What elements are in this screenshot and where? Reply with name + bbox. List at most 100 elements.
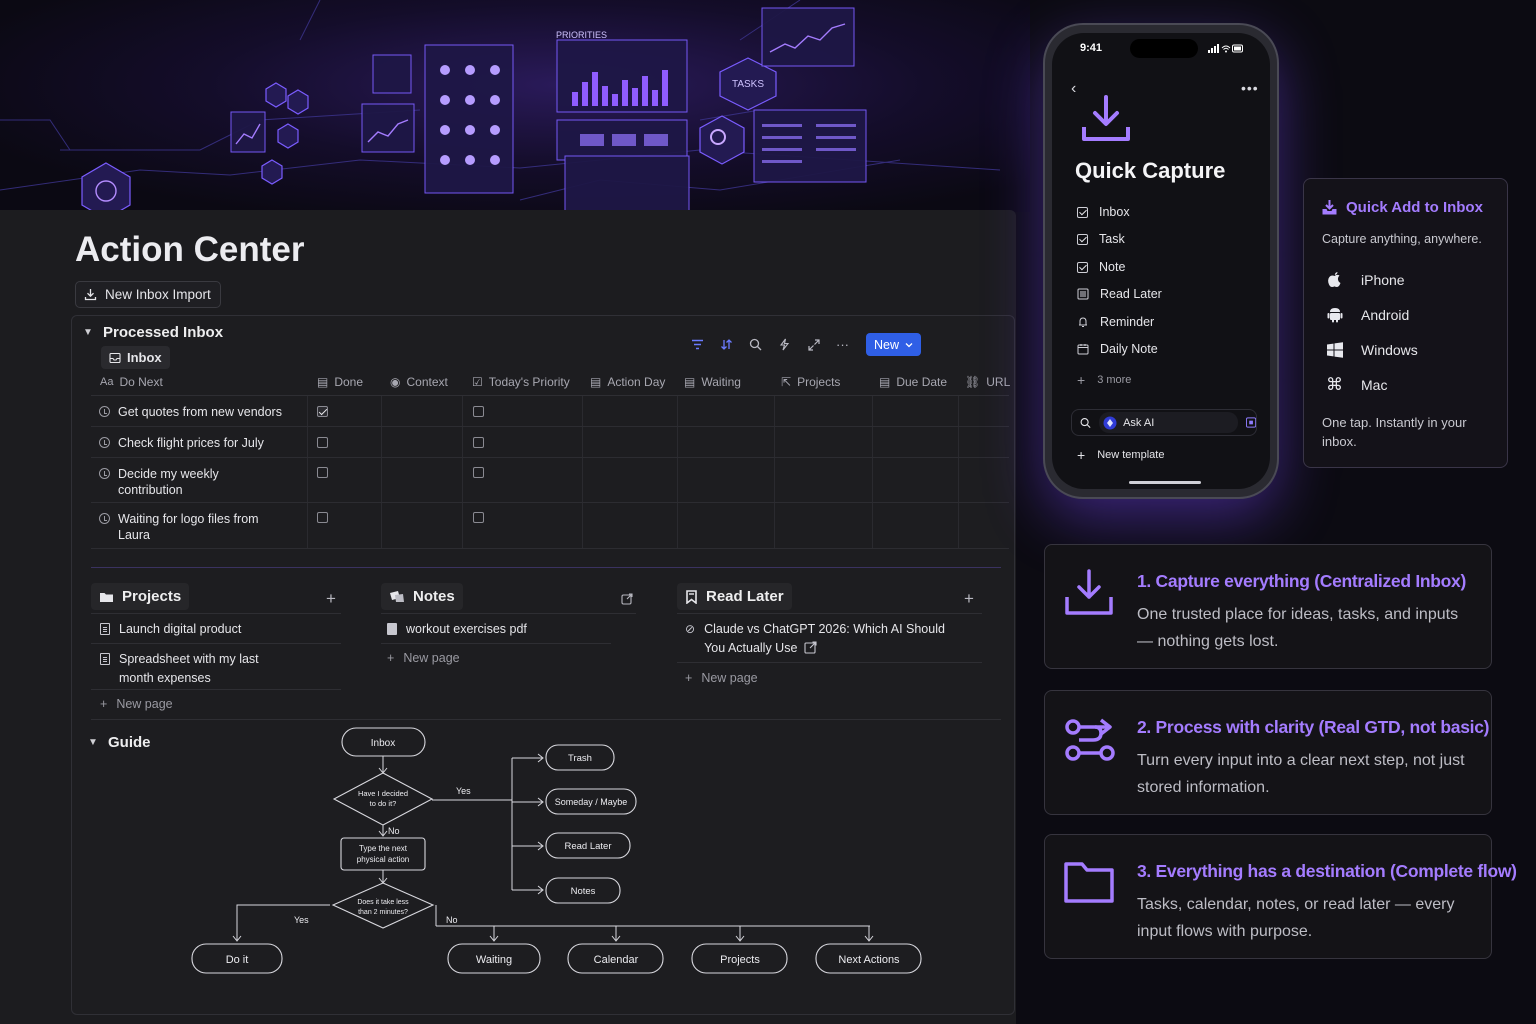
platform-mac[interactable]: ⌘ Mac [1326, 374, 1387, 394]
capture-option-note[interactable]: Note [1077, 260, 1125, 274]
projects-new-page-button[interactable]: + New page [100, 697, 173, 711]
calendar-icon: ▤ [317, 375, 329, 389]
search-icon[interactable] [748, 337, 763, 352]
capture-option-reminder[interactable]: Reminder [1077, 315, 1154, 329]
inbox-table: Aa Do Next ▤ Done ◉ Context ☑ Today's Priori… [91, 370, 1010, 549]
back-chevron-icon[interactable]: ‹ [1071, 80, 1076, 98]
done-checkbox[interactable] [317, 467, 328, 478]
list-icon [1077, 288, 1089, 300]
column-header-projects[interactable]: ⇱ Projects [781, 375, 840, 389]
new-inbox-import-button[interactable]: New Inbox Import [75, 281, 221, 308]
column-header-url[interactable]: ⛓ URL [965, 375, 1010, 389]
feature-card-capture: 1. Capture everything (Centralized Inbox… [1044, 544, 1492, 669]
gtd-flowchart: Inbox Have I decided to do it? Type the … [191, 727, 922, 974]
list-item[interactable]: ⊘ Claude vs ChatGPT 2026: Which AI Shoul… [685, 620, 955, 658]
read-later-new-page-button[interactable]: + New page [685, 671, 758, 685]
table-row[interactable]: Decide my weekly contribution [91, 458, 1009, 503]
priority-checkbox[interactable] [473, 437, 484, 448]
processed-inbox-toggle[interactable]: ▼ Processed Inbox [83, 324, 223, 341]
section-divider [91, 567, 1001, 568]
column-header-action-day[interactable]: ▤ Action Day [590, 375, 665, 389]
column-header-context[interactable]: ◉ Context [390, 375, 448, 389]
new-entry-button[interactable]: New [866, 333, 922, 356]
feature-title: 3. Everything has a destination (Complet… [1137, 861, 1517, 881]
table-row[interactable]: Get quotes from new vendors [91, 396, 1009, 427]
windows-icon [1326, 341, 1343, 358]
clock-icon [99, 437, 110, 448]
read-later-board-title[interactable]: Read Later [677, 583, 792, 610]
priority-checkbox[interactable] [473, 467, 484, 478]
notes-board: Notes [381, 583, 463, 610]
more-options-icon[interactable]: ··· [835, 337, 850, 352]
open-external-icon[interactable] [621, 592, 633, 610]
tab-inbox-view[interactable]: Inbox [101, 346, 170, 369]
more-options-icon[interactable]: ••• [1241, 80, 1259, 96]
platform-android[interactable]: Android [1326, 306, 1409, 323]
priority-checkbox[interactable] [473, 406, 484, 417]
external-link-icon[interactable] [804, 641, 817, 654]
hero-tasks-label: TASKS [732, 79, 764, 90]
feature-description: Turn every input into a clear next step,… [1137, 752, 1465, 796]
new-template-button[interactable]: + New template [1077, 447, 1164, 463]
capture-option-task[interactable]: Task [1077, 232, 1125, 246]
platform-windows[interactable]: Windows [1326, 341, 1418, 358]
read-later-board: Read Later [677, 583, 792, 610]
filter-icon[interactable] [690, 337, 705, 352]
expand-icon[interactable] [806, 337, 821, 352]
notes-new-page-button[interactable]: + New page [387, 651, 460, 665]
capture-option-read-later[interactable]: Read Later [1077, 287, 1162, 301]
triangle-down-icon: ▼ [83, 327, 93, 338]
ask-ai-pill[interactable]: Ask AI [1099, 412, 1238, 433]
capture-option-inbox[interactable]: Inbox [1077, 205, 1130, 219]
table-header-row: Aa Do Next ▤ Done ◉ Context ☑ Today's Priori… [91, 370, 1010, 396]
command-key-icon: ⌘ [1326, 374, 1343, 394]
feature-card-process: 2. Process with clarity (Real GTD, not b… [1044, 690, 1492, 815]
done-checkbox[interactable] [317, 437, 328, 448]
expand-square-icon[interactable] [1245, 417, 1256, 428]
done-checkbox[interactable] [317, 406, 328, 417]
flow-notes-node: Notes [571, 886, 596, 897]
table-row[interactable]: Check flight prices for July [91, 427, 1009, 458]
column-header-waiting[interactable]: ▤ Waiting [684, 375, 741, 389]
flow-action-line2: physical action [357, 855, 409, 864]
folder-icon [100, 592, 113, 602]
automation-bolt-icon[interactable] [777, 337, 792, 352]
notes-board-title[interactable]: Notes [381, 583, 463, 610]
priority-checkbox[interactable] [473, 512, 484, 523]
ask-ai-bar[interactable]: Ask AI [1071, 409, 1257, 436]
flow-route-icon [1065, 718, 1115, 761]
show-more-button[interactable]: +3 more [1077, 372, 1131, 388]
feature-title: 2. Process with clarity (Real GTD, not b… [1137, 717, 1490, 737]
capture-option-daily-note[interactable]: Daily Note [1077, 342, 1158, 356]
sort-icon[interactable] [719, 337, 734, 352]
column-header-done[interactable]: ▤ Done [317, 375, 363, 389]
feature-card-destination: 3. Everything has a destination (Complet… [1044, 834, 1517, 959]
flow-no2-label: No [446, 915, 458, 925]
done-checkbox[interactable] [317, 512, 328, 523]
plus-icon: + [100, 697, 108, 711]
row-title: Get quotes from new vendors [118, 405, 282, 419]
column-header-do-next[interactable]: Aa Do Next [100, 375, 163, 389]
signal-wifi-battery-icon [1208, 44, 1243, 53]
column-header-due-date[interactable]: ▤ Due Date [879, 375, 947, 389]
flow-decision2-line1: Does it take less [357, 899, 409, 906]
list-item[interactable]: Launch digital product [100, 620, 241, 639]
projects-board-title[interactable]: Projects [91, 583, 190, 610]
add-project-plus-icon[interactable]: + [326, 589, 336, 609]
plus-icon: + [1077, 447, 1086, 463]
feature-description: Tasks, calendar, notes, or read later — … [1137, 896, 1455, 940]
checkbox-icon [1077, 206, 1088, 218]
list-item[interactable]: workout exercises pdf [387, 620, 527, 639]
platform-iphone[interactable]: iPhone [1326, 271, 1405, 288]
flow-yes1-label: Yes [456, 786, 471, 796]
hero-illustration: TASKS PRIORITIES [0, 0, 1001, 212]
search-icon [1080, 417, 1091, 428]
flow-no1-label: No [388, 826, 400, 836]
flow-trash-node: Trash [568, 753, 592, 764]
guide-toggle[interactable]: ▼ Guide [88, 734, 151, 751]
flow-next-actions-node: Next Actions [838, 954, 900, 966]
column-header-todays-priority[interactable]: ☑ Today's Priority [472, 375, 570, 389]
table-row[interactable]: Waiting for logo files from Laura [91, 503, 1009, 549]
list-item[interactable]: Spreadsheet with my last month expenses [100, 650, 290, 688]
add-read-later-plus-icon[interactable]: + [964, 589, 974, 609]
